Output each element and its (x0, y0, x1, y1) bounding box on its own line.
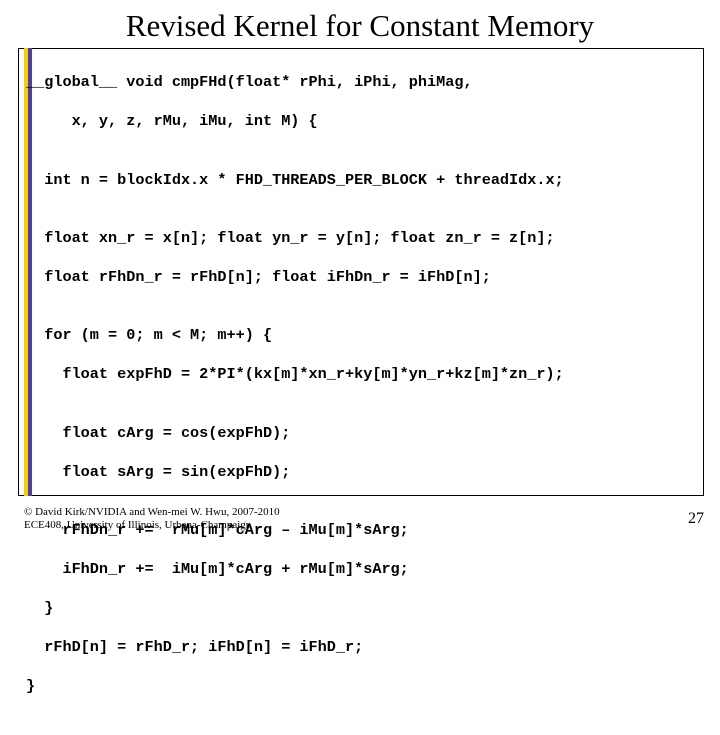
footer-line-2: ECE408, University of Illinois, Urbana-C… (24, 519, 280, 532)
footer-line-1: © David Kirk/NVIDIA and Wen-mei W. Hwu, … (24, 506, 280, 519)
code-line: for (m = 0; m < M; m++) { (26, 326, 702, 345)
code-line: __global__ void cmpFHd(float* rPhi, iPhi… (26, 73, 702, 92)
page-title: Revised Kernel for Constant Memory (0, 8, 720, 44)
code-line: rFhD[n] = rFhD_r; iFhD[n] = iFhD_r; (26, 638, 702, 657)
code-line: } (26, 599, 702, 618)
code-line: float xn_r = x[n]; float yn_r = y[n]; fl… (26, 229, 702, 248)
code-line: float cArg = cos(expFhD); (26, 424, 702, 443)
code-line: float sArg = sin(expFhD); (26, 463, 702, 482)
footer: © David Kirk/NVIDIA and Wen-mei W. Hwu, … (24, 506, 280, 532)
code-line: x, y, z, rMu, iMu, int M) { (26, 112, 702, 131)
code-line: int n = blockIdx.x * FHD_THREADS_PER_BLO… (26, 171, 702, 190)
page-number: 27 (688, 510, 704, 528)
code-line: float rFhDn_r = rFhD[n]; float iFhDn_r =… (26, 268, 702, 287)
code-line: float expFhD = 2*PI*(kx[m]*xn_r+ky[m]*yn… (26, 365, 702, 384)
slide: Revised Kernel for Constant Memory __glo… (0, 0, 720, 540)
code-block: __global__ void cmpFHd(float* rPhi, iPhi… (26, 54, 702, 735)
code-line: } (26, 677, 702, 696)
code-line: iFhDn_r += iMu[m]*cArg + rMu[m]*sArg; (26, 560, 702, 579)
